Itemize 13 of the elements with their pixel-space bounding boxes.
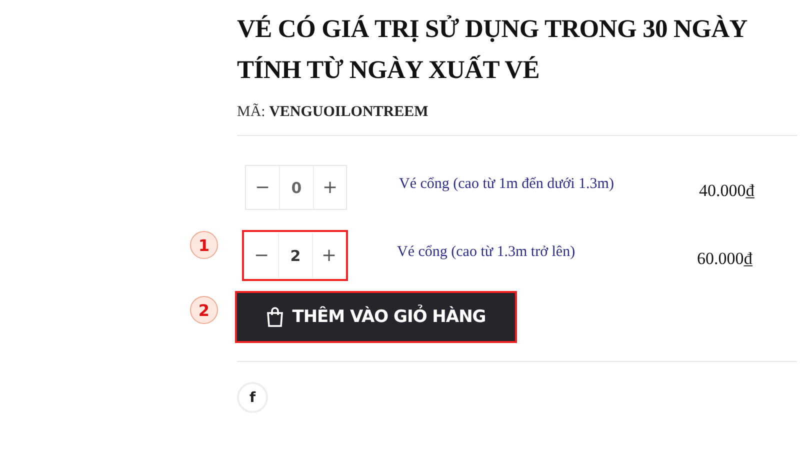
ticket-name: Vé cổng (cao từ 1.3m trở lên) — [397, 244, 576, 261]
step-marker: 1 — [190, 231, 218, 259]
product-code: MÃ: VENGUOILONTREEM — [237, 104, 430, 121]
shopping-bag-icon — [266, 307, 284, 327]
ticket-price: 40.000₫ — [699, 180, 754, 200]
product-title: VÉ CÓ GIÁ TRỊ SỬ DỤNG TRONG 30 NGÀY TÍNH TỪ NGÀY XUẤT VÉ — [237, 13, 748, 86]
ticket-name: Vé cổng (cao từ 1m đến dưới 1.3m) — [399, 176, 615, 193]
quantity-stepper[interactable]: − 0 + — [245, 165, 347, 210]
ticket-price: 60.000₫ — [697, 248, 752, 268]
facebook-share-button[interactable]: f — [237, 382, 268, 413]
step-marker: 2 — [190, 296, 218, 324]
add-to-cart-button[interactable]: THÊM VÀO GIỎ HÀNG — [237, 293, 515, 341]
quantity-stepper[interactable]: − 2 + — [242, 230, 348, 281]
